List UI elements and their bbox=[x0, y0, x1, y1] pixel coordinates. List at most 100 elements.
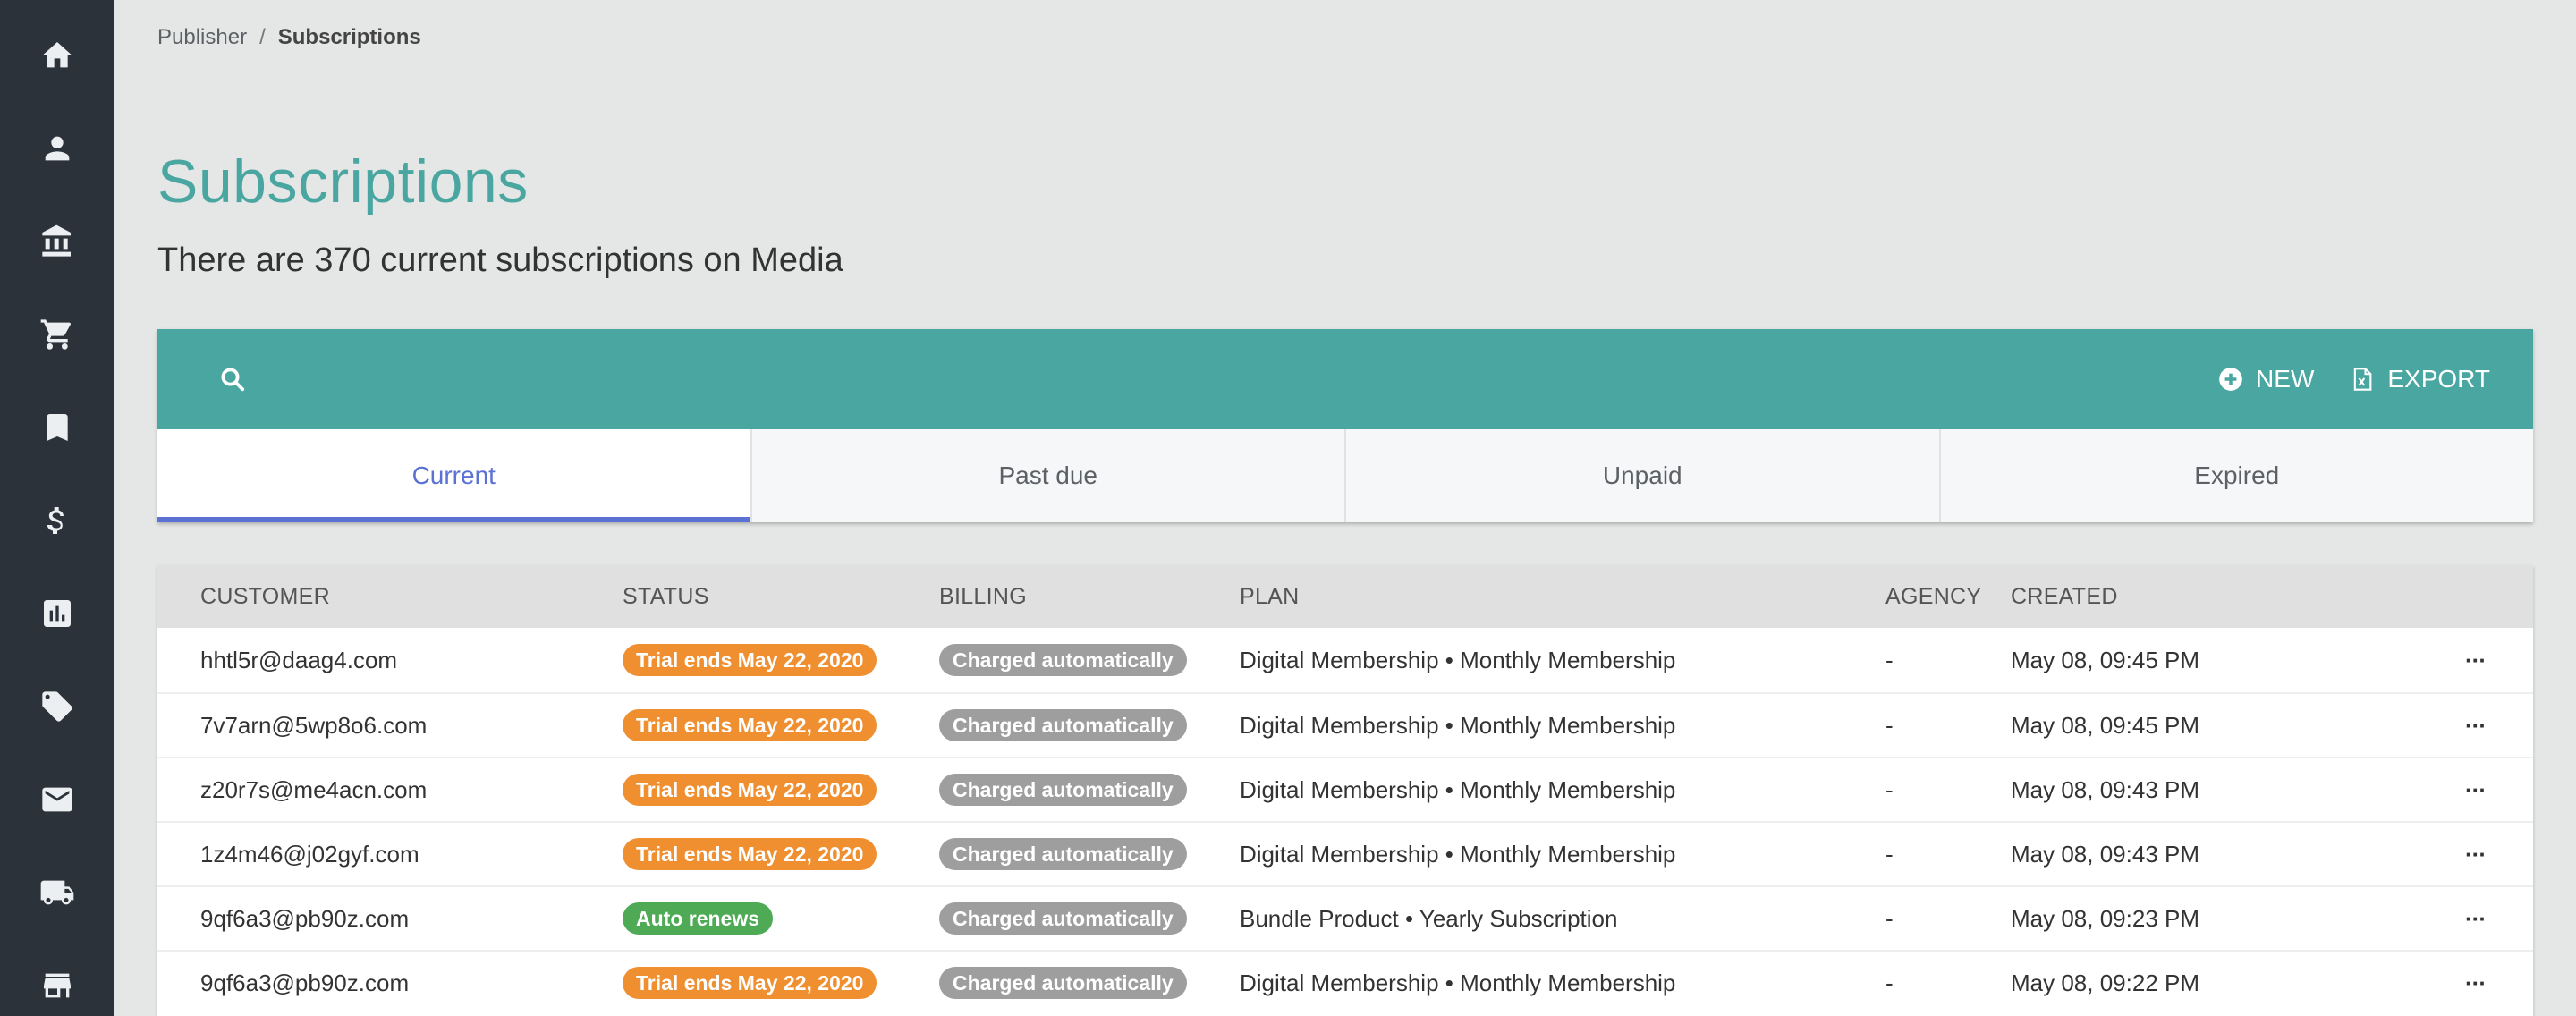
home-icon bbox=[42, 42, 72, 68]
status-cell: Trial ends May 22, 2020 bbox=[623, 694, 877, 757]
store-icon bbox=[44, 973, 71, 998]
more-options-button[interactable]: ··· bbox=[2465, 887, 2487, 950]
sidebar-item-cart[interactable] bbox=[0, 288, 114, 381]
plan-name: Digital Membership • Monthly Membership bbox=[1240, 711, 1676, 739]
main-content: Publisher / Subscriptions Subscriptions … bbox=[114, 0, 2576, 1016]
page-title: Subscriptions bbox=[157, 148, 529, 216]
tab-label: Unpaid bbox=[1602, 461, 1682, 489]
more-options-button[interactable]: ··· bbox=[2465, 952, 2487, 1014]
billing-cell: Charged automatically bbox=[939, 952, 1187, 1014]
agency-value: - bbox=[1885, 840, 1894, 868]
tab-current[interactable]: Current bbox=[157, 429, 752, 522]
status-badge: Trial ends May 22, 2020 bbox=[623, 838, 877, 870]
export-button-label: EXPORT bbox=[2387, 365, 2490, 393]
page-subtitle: There are 370 current subscriptions on M… bbox=[157, 241, 843, 279]
agency-value: - bbox=[1885, 711, 1894, 739]
tab-label: Current bbox=[411, 461, 496, 489]
table-row[interactable]: 7v7arn@5wp8o6.com Trial ends May 22, 202… bbox=[157, 692, 2533, 757]
breadcrumb-parent[interactable]: Publisher bbox=[157, 25, 247, 50]
created-date: May 08, 09:45 PM bbox=[2011, 646, 2199, 673]
customer-email[interactable]: 1z4m46@j02gyf.com bbox=[200, 823, 419, 885]
bookmark-icon bbox=[47, 414, 68, 441]
new-button[interactable]: NEW bbox=[2218, 365, 2314, 394]
status-badge: Trial ends May 22, 2020 bbox=[623, 709, 877, 741]
sidebar-item-reports[interactable] bbox=[0, 567, 114, 660]
created-date: May 08, 09:43 PM bbox=[2011, 775, 2199, 803]
tab-expired[interactable]: Expired bbox=[1941, 429, 2534, 522]
tab-unpaid[interactable]: Unpaid bbox=[1346, 429, 1941, 522]
customer-email[interactable]: 9qf6a3@pb90z.com bbox=[200, 887, 409, 950]
sidebar-item-store[interactable] bbox=[0, 939, 114, 1016]
truck-icon bbox=[40, 880, 74, 905]
header-customer[interactable]: CUSTOMER bbox=[200, 565, 330, 628]
billing-cell: Charged automatically bbox=[939, 758, 1187, 821]
status-cell: Auto renews bbox=[623, 887, 774, 950]
more-options-button[interactable]: ··· bbox=[2465, 823, 2487, 885]
dollar-icon bbox=[47, 507, 64, 534]
ticket-icon bbox=[42, 691, 72, 722]
table-row[interactable]: hhtl5r@daag4.com Trial ends May 22, 2020… bbox=[157, 628, 2533, 692]
plan-name: Digital Membership • Monthly Membership bbox=[1240, 840, 1676, 868]
customer-email[interactable]: hhtl5r@daag4.com bbox=[200, 628, 397, 692]
billing-badge: Charged automatically bbox=[939, 967, 1187, 999]
billing-cell: Charged automatically bbox=[939, 628, 1187, 692]
subscriptions-filter-card: NEW EXPORT Current Past due Unpaid Expir… bbox=[157, 329, 2533, 522]
table-header: CUSTOMER STATUS BILLING PLAN AGENCY CREA… bbox=[157, 565, 2533, 628]
table-row[interactable]: 9qf6a3@pb90z.com Trial ends May 22, 2020… bbox=[157, 950, 2533, 1014]
search-button[interactable] bbox=[215, 361, 250, 397]
created-date: May 08, 09:22 PM bbox=[2011, 969, 2199, 996]
plan-name: Digital Membership • Monthly Membership bbox=[1240, 646, 1676, 673]
sidebar-item-mail[interactable] bbox=[0, 753, 114, 846]
more-options-button[interactable]: ··· bbox=[2465, 758, 2487, 821]
status-cell: Trial ends May 22, 2020 bbox=[623, 823, 877, 885]
sidebar bbox=[0, 0, 114, 1016]
sidebar-item-payments[interactable] bbox=[0, 474, 114, 567]
header-created[interactable]: CREATED bbox=[2011, 565, 2118, 628]
bank-icon bbox=[42, 224, 71, 257]
billing-badge: Charged automatically bbox=[939, 644, 1187, 676]
billing-badge: Charged automatically bbox=[939, 838, 1187, 870]
sidebar-item-bookmarks[interactable] bbox=[0, 381, 114, 474]
status-cell: Trial ends May 22, 2020 bbox=[623, 952, 877, 1014]
plan-name: Digital Membership • Monthly Membership bbox=[1240, 969, 1676, 996]
status-badge: Trial ends May 22, 2020 bbox=[623, 644, 877, 676]
sidebar-item-coupons[interactable] bbox=[0, 660, 114, 753]
sidebar-item-bank[interactable] bbox=[0, 195, 114, 288]
billing-badge: Charged automatically bbox=[939, 774, 1187, 806]
table-row[interactable]: 9qf6a3@pb90z.com Auto renews Charged aut… bbox=[157, 885, 2533, 950]
sidebar-item-home[interactable] bbox=[0, 9, 114, 102]
subscriptions-table: CUSTOMER STATUS BILLING PLAN AGENCY CREA… bbox=[157, 565, 2533, 1016]
plus-circle-icon bbox=[2219, 368, 2242, 391]
agency-value: - bbox=[1885, 969, 1894, 996]
customer-email[interactable]: 7v7arn@5wp8o6.com bbox=[200, 694, 427, 757]
table-row[interactable]: 1z4m46@j02gyf.com Trial ends May 22, 202… bbox=[157, 821, 2533, 885]
status-cell: Trial ends May 22, 2020 bbox=[623, 628, 877, 692]
header-agency[interactable]: AGENCY bbox=[1885, 565, 1981, 628]
more-options-button[interactable]: ··· bbox=[2465, 628, 2487, 692]
customer-email[interactable]: 9qf6a3@pb90z.com bbox=[200, 952, 409, 1014]
billing-cell: Charged automatically bbox=[939, 823, 1187, 885]
more-options-button[interactable]: ··· bbox=[2465, 694, 2487, 757]
tab-past-due[interactable]: Past due bbox=[752, 429, 1346, 522]
table-row[interactable]: z20r7s@me4acn.com Trial ends May 22, 202… bbox=[157, 757, 2533, 821]
created-date: May 08, 09:45 PM bbox=[2011, 711, 2199, 739]
export-button[interactable]: EXPORT bbox=[2350, 365, 2490, 394]
billing-cell: Charged automatically bbox=[939, 694, 1187, 757]
agency-value: - bbox=[1885, 904, 1894, 932]
plan-name: Bundle Product • Yearly Subscription bbox=[1240, 904, 1618, 932]
tab-label: Past due bbox=[998, 461, 1098, 489]
sidebar-item-shipping[interactable] bbox=[0, 846, 114, 939]
breadcrumb: Publisher / Subscriptions bbox=[157, 25, 421, 50]
billing-badge: Charged automatically bbox=[939, 709, 1187, 741]
customer-email[interactable]: z20r7s@me4acn.com bbox=[200, 758, 427, 821]
created-date: May 08, 09:23 PM bbox=[2011, 904, 2199, 932]
agency-value: - bbox=[1885, 646, 1894, 673]
new-button-label: NEW bbox=[2256, 365, 2315, 393]
header-plan[interactable]: PLAN bbox=[1240, 565, 1300, 628]
created-date: May 08, 09:43 PM bbox=[2011, 840, 2199, 868]
header-status[interactable]: STATUS bbox=[623, 565, 709, 628]
table-body: hhtl5r@daag4.com Trial ends May 22, 2020… bbox=[157, 628, 2533, 1014]
header-billing[interactable]: BILLING bbox=[939, 565, 1027, 628]
sidebar-item-people[interactable] bbox=[0, 102, 114, 195]
status-badge: Trial ends May 22, 2020 bbox=[623, 774, 877, 806]
